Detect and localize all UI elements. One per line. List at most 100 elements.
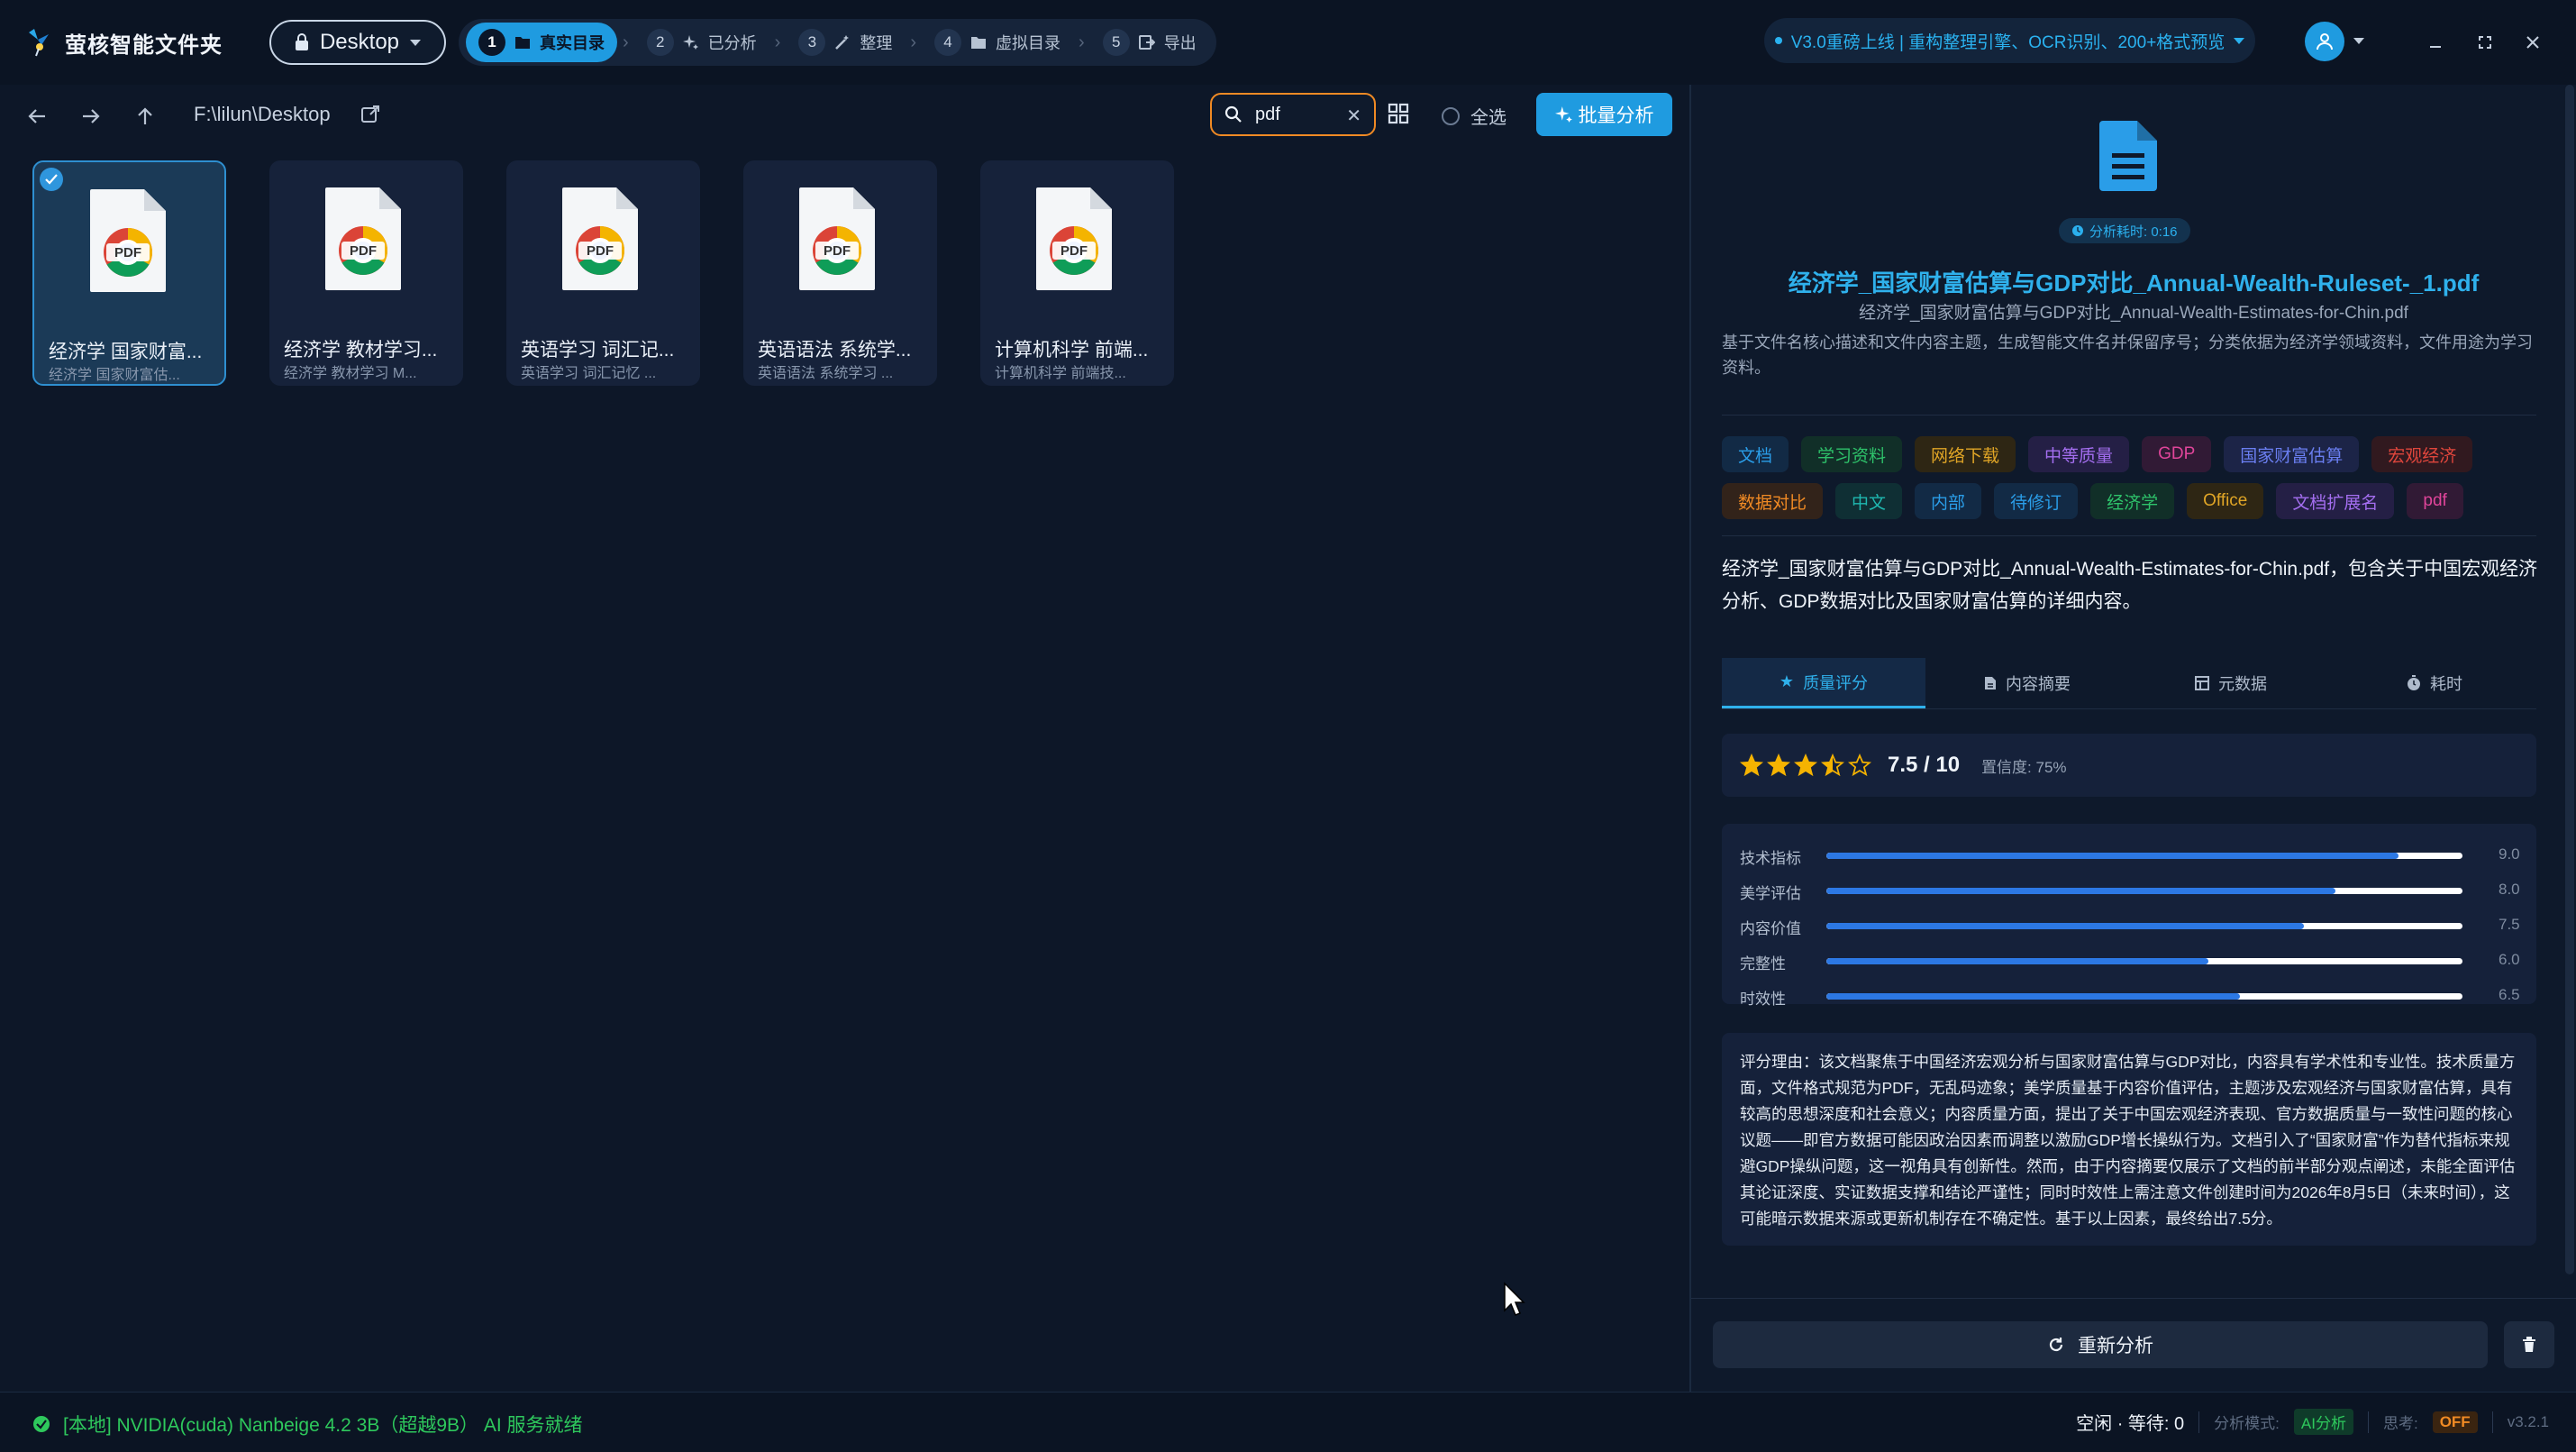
file-subtitle: 计算机科学 前端技... [995,366,1126,381]
step-organize[interactable]: 3 整理 [786,23,905,62]
chevron-down-icon[interactable] [2353,38,2364,44]
thinking-toggle[interactable]: OFF [2432,1411,2478,1433]
file-card[interactable]: PDF 英语学习 词汇记... 英语学习 词汇记忆 ... [506,160,700,386]
file-browser: F:\lilun\Desktop pdf ✕ 全选 批量分析 PDF 经济学 国… [0,85,1691,1392]
check-circle-icon [33,1416,50,1432]
file-grid: PDF 经济学 国家财富... 经济学 国家财富估... PDF 经济学 教材学… [32,160,1174,386]
tag-chip[interactable]: pdf [2407,483,2463,519]
chevron-right-icon: › [623,32,629,52]
metric-row: 完整性 6.0 [1740,947,2533,974]
checkmark-icon[interactable] [40,168,63,191]
release-banner[interactable]: V3.0重磅上线 | 重构整理引擎、OCR识别、200+格式预览 [1764,18,2255,63]
star-empty-icon [1848,753,1871,777]
ai-service-status: [本地] NVIDIA(cuda) Nanbeige 4.2 3B（超越9B） … [32,1411,583,1438]
trash-icon [2523,1337,2535,1352]
lock-icon [295,33,308,50]
refresh-icon [2049,1338,2063,1352]
clear-search-icon[interactable]: ✕ [1346,105,1361,127]
forward-button[interactable] [76,101,106,132]
file-name: 计算机科学 前端... [995,340,1149,361]
chevron-right-icon: › [1079,32,1085,52]
directory-select[interactable]: Desktop [269,20,446,65]
svg-text:PDF: PDF [114,245,141,260]
metric-bar [1826,923,2462,929]
open-external-icon[interactable] [360,105,380,124]
star-rating [1740,753,1871,777]
minimize-icon [2430,46,2441,48]
batch-analyze-button[interactable]: 批量分析 [1536,93,1672,136]
ai-service-text: [本地] NVIDIA(cuda) Nanbeige 4.2 3B（超越9B） … [63,1415,583,1436]
close-button[interactable] [2517,27,2548,58]
up-button[interactable] [130,101,160,132]
metric-label: 美学评估 [1740,885,1801,902]
tab-label: 耗时 [2430,675,2462,693]
grid-view-icon[interactable] [1388,103,1409,124]
tag-chip[interactable]: 文档扩展名 [2276,483,2395,519]
current-path[interactable]: F:\lilun\Desktop [194,103,331,126]
file-card[interactable]: PDF 经济学 教材学习... 经济学 教材学习 M... [269,160,463,386]
metric-value: 7.5 [2499,916,2520,933]
detail-tabs: ★ 质量评分 内容摘要 元数据 耗时 [1722,658,2536,709]
select-all-checkbox[interactable] [1442,106,1460,125]
metric-bar [1826,888,2462,894]
step-real-directory[interactable]: 1 真实目录 [466,23,617,62]
tag-chip[interactable]: 中等质量 [2028,436,2130,472]
delete-button[interactable] [2504,1321,2554,1368]
step-export[interactable]: 5 导出 [1090,23,1209,62]
batch-analyze-label: 批量分析 [1578,105,1654,126]
tag-chip[interactable]: 数据对比 [1722,483,1824,519]
tag-chip[interactable]: 经济学 [2090,483,2175,519]
status-info: 空闲 · 等待: 0 分析模式: AI分析 思考: OFF v3.2.1 [2076,1409,2549,1435]
maximize-button[interactable] [2470,27,2500,58]
tag-chip[interactable]: 文档 [1722,436,1789,472]
analysis-mode-badge[interactable]: AI分析 [2293,1409,2353,1435]
detail-scrollbar[interactable] [2565,85,2574,1274]
reanalyze-button[interactable]: 重新分析 [1713,1321,2488,1368]
metric-value: 8.0 [2499,881,2520,898]
file-card[interactable]: PDF 计算机科学 前端... 计算机科学 前端技... [980,160,1174,386]
file-name: 经济学 国家财富... [49,342,203,362]
divider [1722,535,2536,536]
tag-chip[interactable]: 待修订 [1994,483,2079,519]
tag-chip[interactable]: Office [2187,483,2264,519]
user-icon [2317,33,2333,50]
search-box[interactable]: pdf ✕ [1210,93,1376,136]
tag-chip[interactable]: 内部 [1915,483,1982,519]
tag-chip[interactable]: 学习资料 [1801,436,1903,472]
tab-elapsed-time[interactable]: 耗时 [2333,658,2536,708]
step-number: 3 [798,29,826,56]
tag-chip[interactable]: 国家财富估算 [2224,436,2360,472]
tag-chip[interactable]: GDP [2142,436,2212,472]
detail-panel: 分析耗时: 0:16 经济学_国家财富估算与GDP对比_Annual-Wealt… [1691,85,2576,1392]
file-card[interactable]: PDF 经济学 国家财富... 经济学 国家财富估... [32,160,226,386]
svg-text:PDF: PDF [350,243,377,259]
step-virtual-directory[interactable]: 4 虚拟目录 [922,23,1073,62]
file-card[interactable]: PDF 英语语法 系统学... 英语语法 系统学习 ... [743,160,937,386]
search-input[interactable]: pdf [1255,105,1336,125]
metric-label: 完整性 [1740,955,1786,973]
tab-quality-score[interactable]: ★ 质量评分 [1722,658,1925,708]
tab-metadata[interactable]: 元数据 [2129,658,2333,708]
metric-row: 技术指标 9.0 [1740,842,2533,869]
file-subtitle: 经济学 教材学习 M... [284,366,417,381]
queue-status: 空闲 · 等待: 0 [2076,1414,2185,1434]
suggested-filename[interactable]: 经济学_国家财富估算与GDP对比_Annual-Wealth-Ruleset-_… [1691,265,2576,298]
file-name: 英语语法 系统学... [758,340,912,361]
user-avatar-button[interactable] [2305,22,2344,61]
tag-chip[interactable]: 宏观经济 [2371,436,2473,472]
tag-chip[interactable]: 中文 [1835,483,1903,519]
document-icon [1985,677,1996,689]
close-icon [2526,36,2539,49]
title-bar: 萤核智能文件夹 Desktop 1 真实目录 › 2 已分析 › 3 整理 › … [0,0,2576,86]
tab-content-summary[interactable]: 内容摘要 [1925,658,2129,708]
step-label: 整理 [860,34,893,52]
select-all-toggle[interactable]: 全选 [1442,103,1506,129]
svg-text:PDF: PDF [824,243,851,259]
metric-bar-fill [1826,993,2240,1000]
score-reason: 评分理由：该文档聚焦于中国经济宏观分析与国家财富估算与GDP对比，内容具有学术性… [1740,1053,2516,1228]
minimize-button[interactable] [2420,27,2451,58]
step-analyzed[interactable]: 2 已分析 [634,23,769,62]
divider [1691,1298,2576,1299]
back-button[interactable] [22,101,52,132]
tag-chip[interactable]: 网络下载 [1915,436,2016,472]
